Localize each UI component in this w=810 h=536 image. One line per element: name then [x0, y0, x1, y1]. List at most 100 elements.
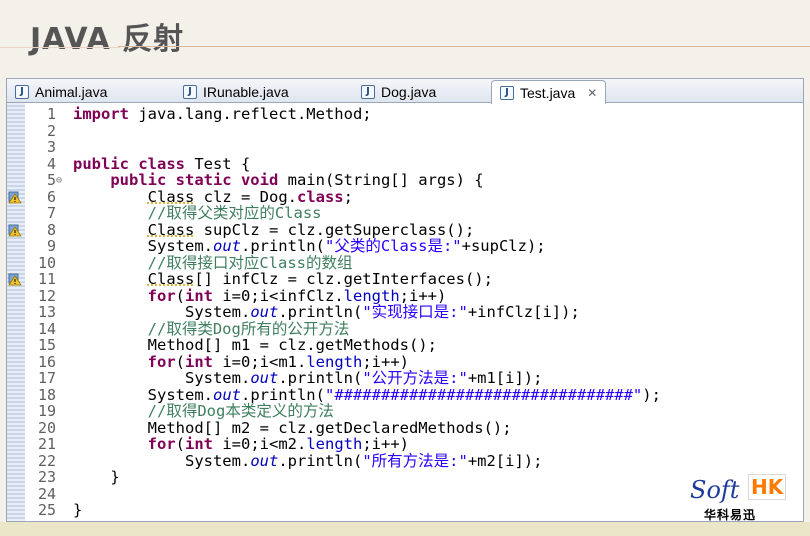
code-text: System.out.println("####################… — [73, 385, 661, 404]
code-line[interactable]: 10 //取得接口对应Class的数组 — [25, 253, 803, 272]
code-line[interactable]: 21 for(int i=0;i<m2.length;i++) — [25, 436, 803, 453]
tab-label: Dog.java — [381, 83, 437, 100]
code-area[interactable]: 1 import java.lang.reflect.Method; 2 3 4 publ… — [25, 106, 803, 521]
java-file-icon: J — [361, 84, 375, 99]
code-line[interactable]: 14 //取得类Dog所有的公开方法 — [25, 319, 803, 338]
tab-dog-java[interactable]: J Dog.java — [361, 81, 436, 102]
line-number: 21 — [37, 435, 56, 453]
code-line[interactable]: 6 Class clz = Dog.class; — [25, 187, 803, 206]
code-text: System.out.println("所有方法是:"+m2[i]); — [73, 451, 543, 470]
line-number: 13 — [37, 303, 56, 321]
code-line[interactable]: 24 — [25, 484, 803, 503]
line-number: 15 — [37, 336, 56, 354]
line-number: 2 — [46, 121, 56, 140]
code-text: System.out.println("公开方法是:"+m1[i]); — [73, 369, 543, 387]
code-text: Method[] m2 = clz.getDeclaredMethods(); — [73, 418, 512, 437]
line-number: 22 — [37, 451, 56, 470]
code-text: } — [73, 501, 83, 519]
line-number: 8 — [46, 220, 56, 239]
close-tab-icon[interactable]: ✕ — [587, 86, 597, 100]
code-text: //取得父类对应的Class — [147, 204, 322, 222]
line-number: 10 — [37, 253, 56, 272]
code-line[interactable]: 1 import java.lang.reflect.Method; — [25, 106, 803, 123]
code-line[interactable]: 15 Method[] m1 = clz.getMethods(); — [25, 337, 803, 354]
code-line[interactable]: 19 //取得Dog本类定义的方法 — [25, 403, 803, 420]
code-line[interactable]: 3 — [25, 139, 803, 156]
line-number: 17 — [37, 369, 56, 387]
java-file-icon: J — [183, 84, 197, 99]
code-text: //取得类Dog所有的公开方法 — [147, 319, 350, 338]
code-line[interactable]: 13 System.out.println("实现接口是:"+infClz[i]… — [25, 304, 803, 321]
code-line[interactable]: 7 //取得父类对应的Class — [25, 205, 803, 222]
code-line[interactable]: 2 — [25, 121, 803, 140]
code-text: Method[] m1 = clz.getMethods(); — [73, 336, 437, 354]
code-line[interactable]: 4 public class Test { — [25, 154, 803, 173]
code-text: Class supClz = clz.getSuperclass(); — [147, 220, 475, 239]
code-text: Class clz = Dog.class; — [147, 187, 353, 206]
tab-irunable-java[interactable]: J IRunable.java — [183, 81, 289, 102]
code-text: for(int i=0;i<infClz.length;i++) — [147, 286, 447, 305]
tab-label: IRunable.java — [203, 83, 289, 100]
code-text: for(int i=0;i<m1.length;i++) — [147, 352, 409, 371]
code-text: //取得Dog本类定义的方法 — [147, 402, 334, 420]
code-line[interactable]: 11 Class[] infClz = clz.getInterfaces(); — [25, 271, 803, 288]
title-underline-left — [0, 47, 120, 48]
line-number: 6 — [46, 187, 56, 206]
line-number: 11 — [37, 270, 56, 288]
java-file-icon: J — [15, 84, 29, 99]
line-number: 3 — [46, 138, 56, 156]
line-number: 4 — [46, 154, 56, 173]
java-file-icon: J — [500, 85, 514, 100]
warning-marker-icon[interactable] — [8, 190, 22, 204]
code-line[interactable]: 16 for(int i=0;i<m1.length;i++) — [25, 352, 803, 371]
code-text: import java.lang.reflect.Method; — [73, 105, 372, 123]
line-number: 19 — [37, 402, 56, 420]
line-number: 1 — [46, 105, 56, 123]
line-number: 9 — [46, 237, 56, 255]
logo-chinese-text: 华科易迅 — [704, 508, 757, 522]
line-number: 16 — [37, 352, 56, 371]
code-line[interactable]: 20 Method[] m2 = clz.getDeclaredMethods(… — [25, 418, 803, 437]
line-number: 20 — [37, 418, 56, 437]
code-line[interactable]: 9 System.out.println("父类的Class是:"+supClz… — [25, 238, 803, 255]
line-number: 7 — [46, 204, 56, 222]
fold-toggle-icon[interactable]: ⊖ — [56, 173, 62, 190]
code-line[interactable]: 8 Class supClz = clz.getSuperclass(); — [25, 220, 803, 239]
editor-gutter — [7, 103, 25, 521]
line-number: 18 — [37, 385, 56, 404]
warning-marker-icon[interactable] — [8, 272, 22, 286]
code-line[interactable]: 18 System.out.println("#################… — [25, 385, 803, 404]
code-text: System.out.println("父类的Class是:"+supClz); — [73, 237, 546, 255]
tab-animal-java[interactable]: J Animal.java — [15, 81, 107, 102]
slide-bottom-strip — [0, 522, 810, 536]
tab-label: Animal.java — [35, 83, 108, 100]
slide-title: JAVA 反射 — [30, 22, 185, 57]
logo-soft-text: Soft — [690, 476, 740, 504]
code-line[interactable]: 5 ⊖ public static void main(String[] args… — [25, 172, 803, 189]
logo-hk-text: HK — [748, 474, 787, 500]
code-text: System.out.println("实现接口是:"+infClz[i]); — [73, 303, 580, 321]
line-number: 24 — [37, 484, 56, 503]
code-editor: J Animal.java J IRunable.java J Dog.java… — [6, 78, 804, 522]
code-text: Class[] infClz = clz.getInterfaces(); — [147, 270, 493, 288]
line-number: 14 — [37, 319, 56, 338]
line-number: 25 — [37, 501, 56, 519]
code-line[interactable]: 25} — [25, 502, 803, 519]
code-text: public static void main(String[] args) { — [110, 171, 484, 189]
code-text: public class Test { — [73, 154, 251, 173]
editor-tab-bar: J Animal.java J IRunable.java J Dog.java… — [7, 79, 803, 104]
title-underline — [118, 46, 810, 47]
warning-marker-icon[interactable] — [8, 223, 22, 237]
code-text: } — [73, 468, 120, 486]
tab-test-java[interactable]: J Test.java ✕ — [491, 80, 607, 104]
line-number: 12 — [37, 286, 56, 305]
code-text: for(int i=0;i<m2.length;i++) — [147, 435, 409, 453]
line-number: 23 — [37, 468, 56, 486]
softhk-logo: Soft HK 华科易迅 — [690, 474, 802, 522]
code-line[interactable]: 23 } — [25, 469, 803, 486]
code-text: //取得接口对应Class的数组 — [147, 253, 353, 272]
line-number: 5 — [46, 171, 56, 189]
code-line[interactable]: 12 for(int i=0;i<infClz.length;i++) — [25, 286, 803, 305]
code-line[interactable]: 22 System.out.println("所有方法是:"+m2[i]); — [25, 451, 803, 470]
code-line[interactable]: 17 System.out.println("公开方法是:"+m1[i]); — [25, 370, 803, 387]
